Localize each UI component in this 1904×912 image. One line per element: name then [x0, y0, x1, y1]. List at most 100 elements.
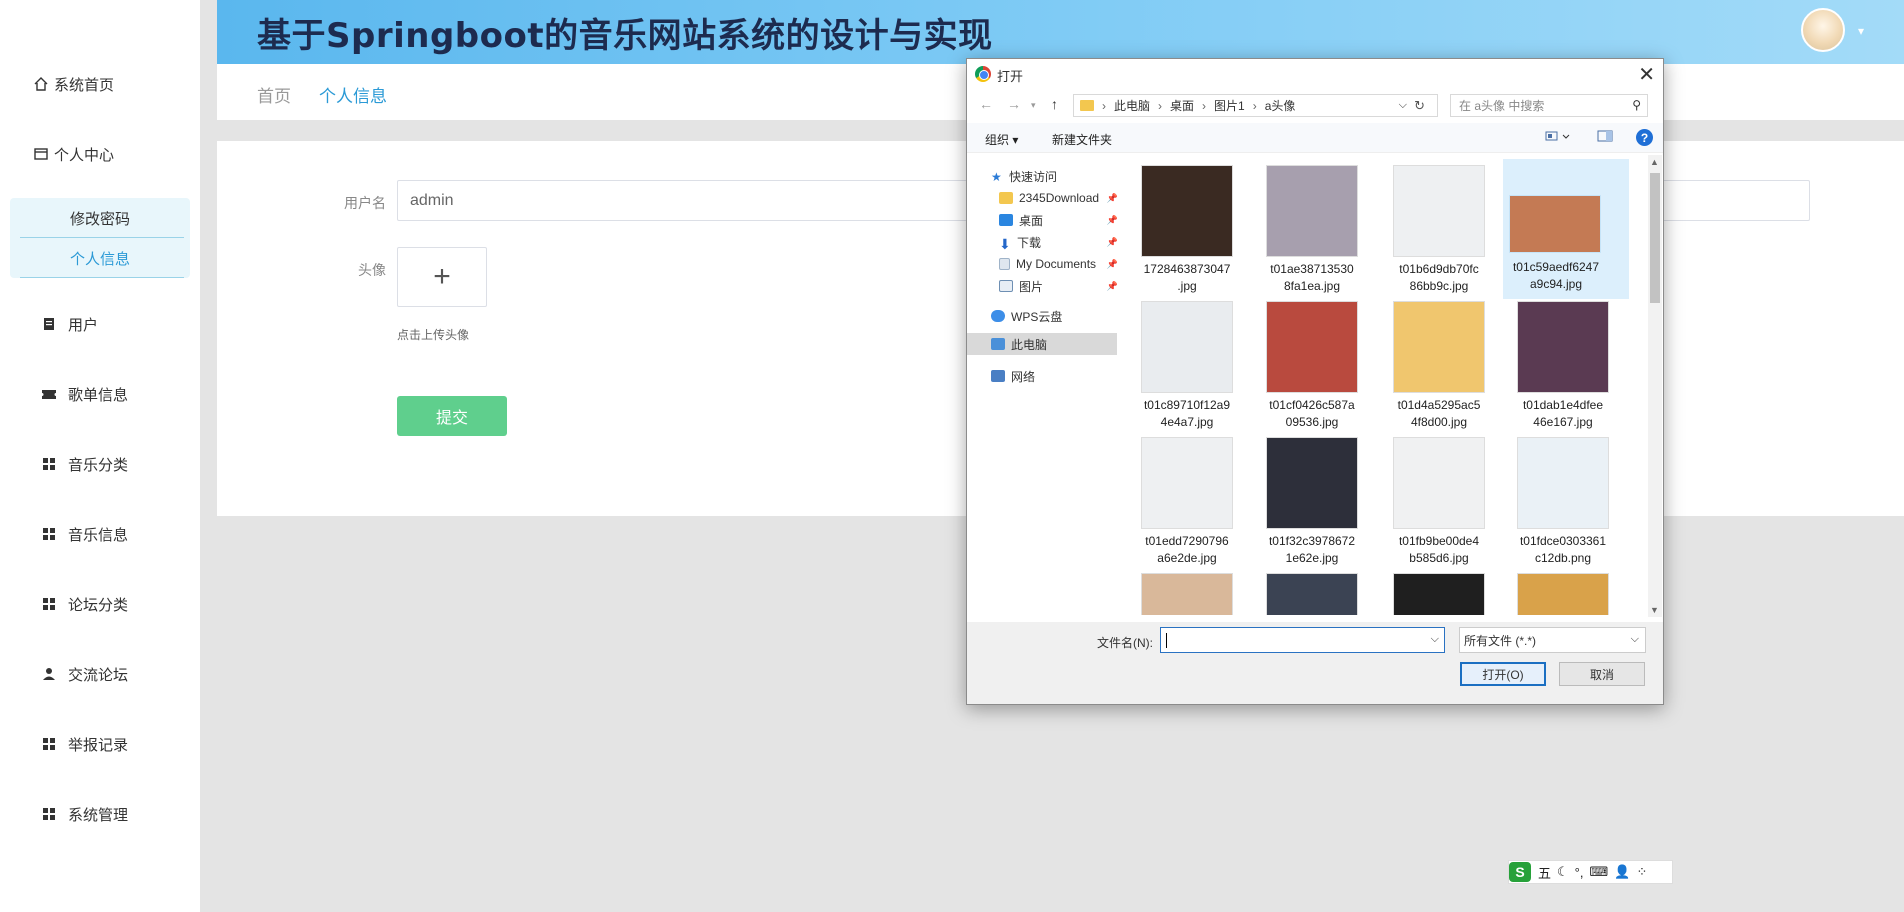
preview-pane-icon[interactable] — [1597, 129, 1613, 146]
tree-item-label: 下载 — [1017, 235, 1042, 250]
tree-item-my-documents[interactable]: My Documents 📌 — [967, 253, 1122, 275]
dialog-footer: 文件名(N): ⌵ 所有文件 (*.*) ⌵ 打开(O) 取消 — [967, 622, 1663, 704]
tree-item-label: My Documents — [1016, 257, 1097, 271]
dialog-title: 打开 — [997, 69, 1024, 84]
scroll-thumb[interactable] — [1650, 173, 1660, 303]
user-avatar[interactable] — [1801, 8, 1845, 52]
breadcrumb-home[interactable]: 首页 — [257, 82, 291, 107]
avatar-upload-button[interactable]: + — [397, 247, 487, 307]
chevron-down-icon[interactable]: ▼ — [1650, 605, 1659, 615]
file-item[interactable]: t01b6d9db70fc 86bb9c.jpg — [1379, 165, 1489, 301]
ticket-icon — [40, 385, 58, 403]
file-item[interactable]: t01cf0426c587a 09536.jpg — [1252, 301, 1362, 437]
sidebar-item-users[interactable]: 用户 — [40, 304, 200, 344]
chevron-down-icon: ⌵ — [1630, 633, 1639, 645]
path-segment[interactable]: 此电脑 — [1114, 97, 1150, 114]
file-thumbnail — [1393, 573, 1485, 615]
sidebar-item-music-category[interactable]: 音乐分类 — [40, 444, 200, 484]
back-arrow-icon[interactable]: ← — [979, 96, 993, 112]
chevron-down-icon[interactable]: ▾ — [1858, 24, 1864, 38]
file-item[interactable]: t01fb9be00de4 b585d6.jpg — [1379, 437, 1489, 573]
chevron-up-icon[interactable]: ▲ — [1650, 157, 1659, 167]
submenu-item-personal-info[interactable]: 个人信息 — [10, 239, 190, 277]
sidebar-item-home[interactable]: 系统首页 — [32, 64, 200, 104]
file-name: t01b6d9db70fc 86bb9c.jpg — [1399, 262, 1479, 293]
sidebar-item-playlists[interactable]: 歌单信息 — [40, 374, 200, 414]
up-arrow-icon[interactable]: ↑ — [1051, 96, 1058, 112]
file-item[interactable]: t01d4a5295ac5 4f8d00.jpg — [1379, 301, 1489, 437]
file-name: t01c59aedf6247 a9c94.jpg — [1512, 260, 1600, 291]
tree-item-desktop[interactable]: 桌面 📌 — [967, 209, 1122, 231]
sidebar-item-music-info[interactable]: 音乐信息 — [40, 514, 200, 554]
sidebar-item-system-admin[interactable]: 系统管理 — [40, 794, 200, 834]
filename-label: 文件名(N): — [1097, 636, 1153, 650]
ime-mode[interactable]: 五 — [1538, 863, 1551, 882]
sidebar-item-label: 举报记录 — [68, 736, 129, 754]
submenu-item-change-password[interactable]: 修改密码 — [10, 199, 190, 237]
file-name: t01fb9be00de4 b585d6.jpg — [1398, 534, 1480, 565]
new-folder-button[interactable]: 新建文件夹 — [1052, 131, 1112, 148]
refresh-icon[interactable]: ↻ — [1414, 98, 1425, 114]
file-thumbnail — [1141, 573, 1233, 615]
username-label: 用户名 — [344, 195, 386, 211]
sidebar-item-personal-center[interactable]: 个人中心 — [32, 134, 200, 174]
path-segment[interactable]: 桌面 — [1170, 97, 1194, 114]
file-grid: 1728463873047 .jpg t01ae38713530 8fa1ea.jp… — [1127, 155, 1642, 615]
tree-item-wps-cloud[interactable]: WPS云盘 — [967, 305, 1122, 327]
recent-dropdown-icon[interactable]: ▾ — [1031, 100, 1036, 111]
ime-logo-icon[interactable]: S — [1509, 862, 1531, 882]
filetype-select[interactable]: 所有文件 (*.*) ⌵ — [1459, 627, 1646, 653]
tree-item-quick-access[interactable]: ★ 快速访问 — [967, 165, 1122, 187]
tree-item-pictures[interactable]: 图片 📌 — [967, 275, 1122, 297]
desktop-icon — [999, 214, 1013, 226]
network-icon — [991, 370, 1005, 382]
file-name: t01dab1e4dfee 46e167.jpg — [1522, 398, 1604, 429]
sidebar-item-forum-category[interactable]: 论坛分类 — [40, 584, 200, 624]
tree-item-network[interactable]: 网络 — [967, 365, 1122, 387]
grid-icon — [40, 455, 58, 473]
help-icon[interactable]: ? — [1636, 129, 1653, 146]
path-segment[interactable]: 图片1 — [1214, 97, 1245, 114]
file-item[interactable]: t01dab1e4dfee 46e167.jpg — [1503, 301, 1613, 437]
close-icon[interactable]: ✕ — [1638, 62, 1655, 87]
file-item[interactable]: t01c89710f12a9 4e4a7.jpg — [1127, 301, 1237, 437]
file-item[interactable]: t01edd7290796 a6e2de.jpg — [1127, 437, 1237, 573]
punctuation-icon[interactable]: °, — [1575, 865, 1584, 880]
file-item[interactable] — [1379, 573, 1489, 615]
sidebar-item-forum[interactable]: 交流论坛 — [40, 654, 200, 694]
view-options-icon[interactable] — [1545, 129, 1571, 146]
grid-icon — [40, 525, 58, 543]
keyboard-icon[interactable]: ⌨ — [1589, 864, 1608, 880]
grid-icon[interactable]: ⁘ — [1636, 864, 1647, 880]
sidebar-item-label: 论坛分类 — [68, 596, 129, 614]
file-grid-scrollbar[interactable]: ▲ ▼ — [1648, 155, 1662, 617]
tree-item-2345download[interactable]: 2345Download 📌 — [967, 187, 1122, 209]
path-segment[interactable]: a头像 — [1265, 97, 1296, 114]
chevron-down-icon[interactable]: ⌵ — [1431, 633, 1439, 646]
tree-item-downloads[interactable]: ⬇ 下载 📌 — [967, 231, 1122, 253]
submit-button[interactable]: 提交 — [397, 396, 507, 436]
organize-menu[interactable]: 组织 ▾ — [985, 131, 1018, 148]
file-item[interactable] — [1252, 573, 1362, 615]
cancel-button[interactable]: 取消 — [1559, 662, 1645, 686]
filename-input[interactable]: ⌵ — [1160, 627, 1445, 653]
file-item[interactable]: t01c59aedf6247 a9c94.jpg — [1503, 159, 1629, 299]
open-button[interactable]: 打开(O) — [1460, 662, 1546, 686]
address-bar[interactable]: › 此电脑 › 桌面 › 图片1 › a头像 ⌵ ↻ — [1073, 94, 1438, 117]
grid-icon — [40, 735, 58, 753]
user-icon[interactable]: 👤 — [1614, 864, 1630, 880]
file-item[interactable] — [1503, 573, 1613, 615]
file-item[interactable] — [1127, 573, 1237, 615]
chevron-down-icon[interactable]: ⌵ — [1399, 99, 1407, 112]
tree-item-this-pc[interactable]: 此电脑 — [967, 333, 1117, 355]
file-item[interactable]: 1728463873047 .jpg — [1127, 165, 1237, 301]
file-thumbnail — [1393, 437, 1485, 529]
file-item[interactable]: t01fdce0303361 c12db.png — [1503, 437, 1613, 573]
sidebar-item-reports[interactable]: 举报记录 — [40, 724, 200, 764]
search-input[interactable]: 在 a头像 中搜索 ⚲ — [1450, 94, 1648, 117]
file-item[interactable]: t01f32c3978672 1e62e.jpg — [1252, 437, 1362, 573]
forward-arrow-icon[interactable]: → — [1007, 96, 1021, 112]
breadcrumb-current[interactable]: 个人信息 — [319, 82, 387, 107]
moon-icon[interactable]: ☾ — [1557, 864, 1569, 880]
file-item[interactable]: t01ae38713530 8fa1ea.jpg — [1252, 165, 1362, 301]
